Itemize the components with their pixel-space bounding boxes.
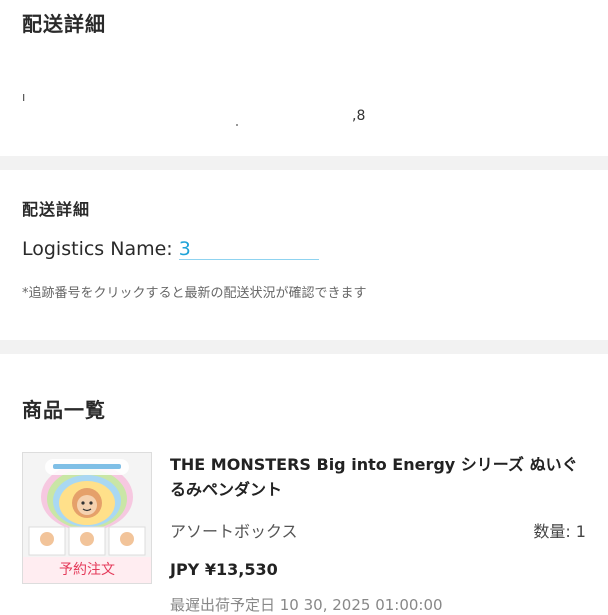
product-quantity: 数量: 1 <box>533 522 586 541</box>
tracking-note: *追跡番号をクリックすると最新の配送状況が確認できます <box>22 286 367 301</box>
product-image <box>23 453 151 557</box>
product-thumbnail[interactable]: 予約注文 <box>22 452 152 584</box>
latest-ship-date: 最遅出荷予定日 10 30, 2025 01:00:00 <box>170 596 443 614</box>
product-price: JPY ¥13,530 <box>170 560 278 579</box>
logistics-section: 配送詳細 Logistics Name: 3 *追跡番号をクリックすると最新の配… <box>0 170 608 340</box>
product-name-link[interactable]: THE MONSTERS Big into Energy シリーズ ぬいぐるみペ… <box>170 452 590 502</box>
shipping-details-title: 配送詳細 <box>22 12 106 36</box>
product-list-section: 商品一覧 予約注文 THE MONSTERS Big into Energy シ… <box>0 354 608 614</box>
logistics-label: Logistics Name: <box>22 238 173 260</box>
section-divider <box>0 340 608 354</box>
logistics-row: Logistics Name: 3 <box>22 238 319 260</box>
redacted-address-end: ,8 <box>352 108 366 124</box>
logistics-section-title: 配送詳細 <box>22 200 91 219</box>
product-list-title: 商品一覧 <box>22 398 106 422</box>
shipping-details-section: 配送詳細 ı ,8 <box>0 0 608 156</box>
section-divider <box>0 156 608 170</box>
product-variant: アソートボックス <box>170 522 298 541</box>
redacted-address-start: ı <box>22 90 26 104</box>
preorder-badge: 予約注文 <box>23 557 151 583</box>
redacted-mark <box>236 124 238 126</box>
tracking-number-link[interactable]: 3 <box>178 239 319 260</box>
